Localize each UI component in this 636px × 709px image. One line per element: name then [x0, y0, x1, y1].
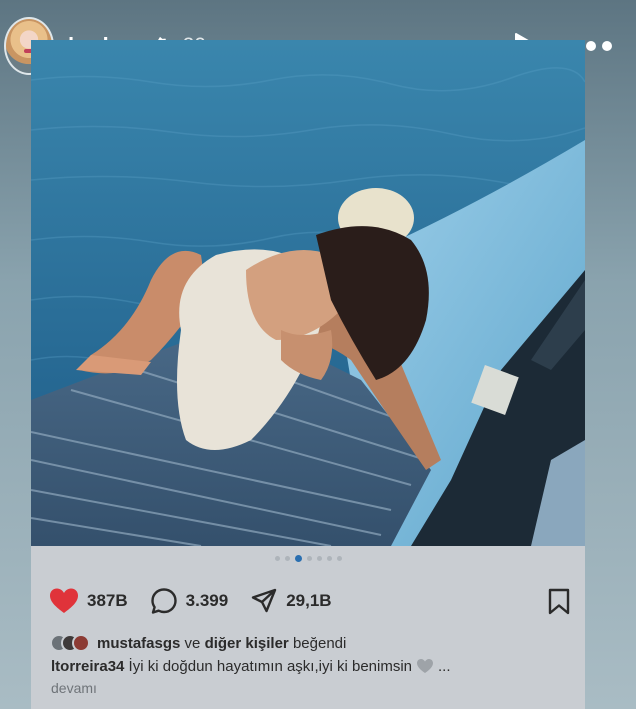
comments-count: 3.399 [185, 591, 229, 610]
avatar [72, 634, 90, 652]
likes-count: 387B [87, 591, 128, 610]
caption-text: İyi ki doğdun hayatımın aşkı,iyi ki beni… [128, 658, 413, 675]
heart-icon[interactable] [49, 587, 79, 615]
post-card: 387B 3.399 29,1B mustafasgs ve diğer kiş… [31, 40, 585, 709]
send-icon[interactable] [250, 587, 278, 615]
carousel-indicator [31, 555, 585, 562]
liked-by-row[interactable]: mustafasgs ve diğer kişiler beğendi [50, 634, 346, 652]
comment-action[interactable]: 3.399 [150, 587, 229, 615]
post-caption: ltorreira34 İyi ki doğdun hayatımın aşkı… [51, 658, 571, 675]
like-action[interactable]: 387B [49, 587, 128, 615]
liked-by-user[interactable]: mustafasgs [97, 635, 180, 652]
bookmark-icon[interactable] [547, 588, 571, 616]
liked-by-avatars [50, 634, 90, 652]
post-photo[interactable] [31, 40, 585, 546]
caption-ellipsis: ... [438, 658, 451, 675]
liked-by-connector: ve [184, 634, 201, 652]
liked-by-others[interactable]: diğer kişiler [205, 635, 289, 652]
liked-by-text: mustafasgs ve diğer kişiler beğendi [97, 635, 346, 652]
liked-by-verb: beğendi [292, 634, 347, 652]
caption-author[interactable]: ltorreira34 [51, 658, 124, 675]
grey-heart-icon [417, 659, 434, 673]
caption-more-link[interactable]: devamı [51, 680, 97, 696]
comment-icon[interactable] [150, 587, 178, 615]
share-action[interactable]: 29,1B [250, 587, 332, 615]
post-actions: 387B 3.399 29,1B [49, 586, 571, 616]
photo-couple-on-boat [31, 40, 585, 546]
shares-count: 29,1B [286, 591, 332, 610]
